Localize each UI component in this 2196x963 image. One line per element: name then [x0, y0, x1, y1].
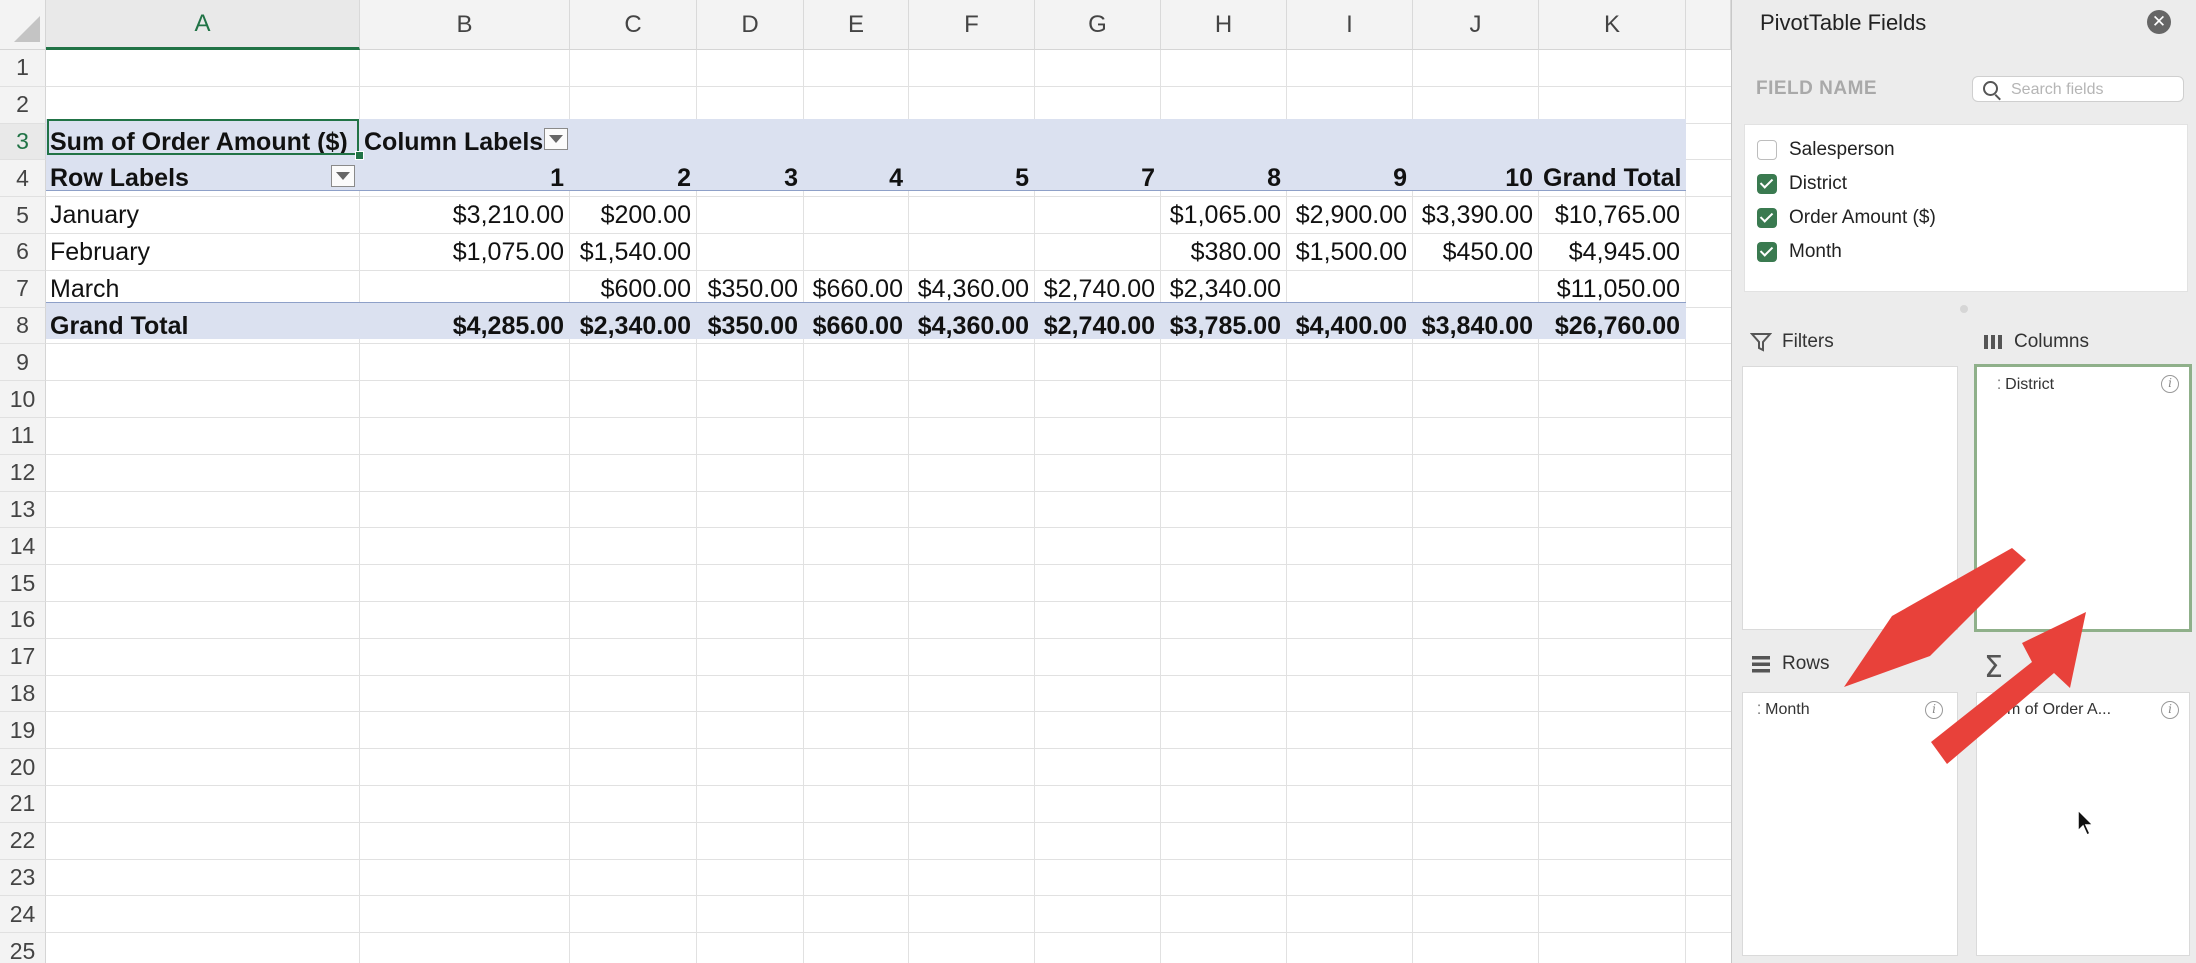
select-all-corner[interactable] — [0, 0, 46, 50]
pivot-grand-total-value[interactable]: $2,340.00 — [574, 308, 691, 345]
row-header-8[interactable]: 8 — [0, 307, 46, 345]
row-header-4[interactable]: 4 — [0, 160, 46, 198]
row-header-7[interactable]: 7 — [0, 270, 46, 308]
pivot-column-header[interactable]: 7 — [1039, 160, 1155, 197]
pivot-column-header[interactable]: 1 — [364, 160, 564, 197]
pivot-column-header[interactable]: 4 — [808, 160, 903, 197]
pivot-value-cell[interactable]: $3,390.00 — [1417, 197, 1533, 234]
row-header-18[interactable]: 18 — [0, 675, 46, 713]
pivot-column-header[interactable]: 9 — [1291, 160, 1407, 197]
pivot-grand-total-value[interactable]: $3,840.00 — [1417, 308, 1533, 345]
row-header-23[interactable]: 23 — [0, 859, 46, 897]
row-header-14[interactable]: 14 — [0, 528, 46, 566]
column-header-k[interactable]: K — [1539, 0, 1686, 50]
fill-handle[interactable] — [355, 151, 364, 160]
pivot-row-labels[interactable]: Row Labels — [50, 160, 354, 197]
column-header-j[interactable]: J — [1413, 0, 1539, 50]
row-header-5[interactable]: 5 — [0, 197, 46, 234]
row-header-12[interactable]: 12 — [0, 454, 46, 492]
column-labels-filter-button[interactable] — [544, 128, 568, 150]
column-header-h[interactable]: H — [1161, 0, 1287, 50]
column-header-g[interactable]: G — [1035, 0, 1161, 50]
pivot-grand-total-overall[interactable]: $26,760.00 — [1543, 308, 1680, 345]
row-header-20[interactable]: 20 — [0, 749, 46, 786]
pivot-grand-total-value[interactable]: $660.00 — [808, 308, 903, 345]
pivot-column-header[interactable]: 8 — [1165, 160, 1281, 197]
pivot-value-cell[interactable]: $1,540.00 — [574, 234, 691, 271]
pivot-grand-total-value[interactable]: $2,740.00 — [1039, 308, 1155, 345]
column-header-f[interactable]: F — [909, 0, 1035, 50]
row-header-24[interactable]: 24 — [0, 896, 46, 934]
row-header-1[interactable]: 1 — [0, 50, 46, 87]
chevron-down-icon — [336, 172, 350, 180]
row-header-17[interactable]: 17 — [0, 638, 46, 676]
pivot-column-header[interactable]: 10 — [1417, 160, 1533, 197]
pivot-grand-total-value[interactable]: $350.00 — [701, 308, 798, 345]
pivot-row-total[interactable]: $10,765.00 — [1543, 197, 1680, 234]
active-cell-selection — [47, 119, 359, 155]
pivot-grand-total-value[interactable]: $4,360.00 — [913, 308, 1029, 345]
pivot-column-header[interactable]: 2 — [574, 160, 691, 197]
row-header-13[interactable]: 13 — [0, 491, 46, 529]
pivot-value-cell[interactable]: $2,900.00 — [1291, 197, 1407, 234]
red-arrow-down-left — [1844, 548, 2026, 687]
row-header-9[interactable]: 9 — [0, 344, 46, 382]
pivot-value-cell[interactable]: $4,360.00 — [913, 271, 1029, 308]
row-header-21[interactable]: 21 — [0, 786, 46, 823]
column-header-d[interactable]: D — [697, 0, 804, 50]
row-header-11[interactable]: 11 — [0, 418, 46, 455]
column-header-i[interactable]: I — [1287, 0, 1413, 50]
pivot-grand-total-label[interactable]: Grand Total — [50, 308, 354, 345]
row-header-3[interactable]: 3 — [0, 123, 46, 161]
pivot-row-total[interactable]: $4,945.00 — [1543, 234, 1680, 271]
annotation-arrows — [1844, 548, 2086, 764]
column-header-c[interactable]: C — [570, 0, 697, 50]
mouse-cursor-icon — [2077, 808, 2095, 837]
pivottable-fields-panel: PivotTable Fields ✕ FIELD NAME Salespers… — [1732, 0, 2196, 963]
pivot-column-labels[interactable]: Column Labels — [364, 124, 564, 161]
row-header-19[interactable]: 19 — [0, 712, 46, 750]
pivot-value-cell[interactable]: $1,500.00 — [1291, 234, 1407, 271]
pivot-value-cell[interactable]: $3,210.00 — [364, 197, 564, 234]
row-header-2[interactable]: 2 — [0, 86, 46, 124]
row-header-16[interactable]: 16 — [0, 602, 46, 639]
pivot-value-cell[interactable]: $660.00 — [808, 271, 903, 308]
spreadsheet-grid[interactable]: ABCDEFGHIJK 1 2 3 4 5 6 7 8 9 10 11 12 13 14 15 16 17 18 1… — [0, 0, 1731, 963]
pivot-column-header[interactable]: 5 — [913, 160, 1029, 197]
pivot-value-cell[interactable]: $2,740.00 — [1039, 271, 1155, 308]
pivot-grand-total-value[interactable]: $4,400.00 — [1291, 308, 1407, 345]
row-header-10[interactable]: 10 — [0, 381, 46, 418]
row-header-6[interactable]: 6 — [0, 234, 46, 271]
chevron-down-icon — [549, 135, 563, 143]
row-header-25[interactable]: 25 — [0, 933, 46, 963]
pivot-grand-total-header[interactable]: Grand Total — [1543, 160, 1681, 197]
red-arrow-up-right — [1931, 612, 2086, 764]
column-header-b[interactable]: B — [360, 0, 570, 50]
pivot-grand-total-value[interactable]: $3,785.00 — [1165, 308, 1281, 345]
pivot-column-header[interactable]: 3 — [701, 160, 798, 197]
row-labels-filter-button[interactable] — [331, 165, 355, 187]
pivot-value-cell[interactable]: $380.00 — [1165, 234, 1281, 271]
pivot-value-cell[interactable]: $1,065.00 — [1165, 197, 1281, 234]
pivot-value-cell[interactable]: $200.00 — [574, 197, 691, 234]
pivot-value-cell[interactable]: $1,075.00 — [364, 234, 564, 271]
pivot-value-cell[interactable]: $600.00 — [574, 271, 691, 308]
pivot-row-label[interactable]: February — [50, 234, 354, 271]
column-header-e[interactable]: E — [804, 0, 909, 50]
row-header-15[interactable]: 15 — [0, 565, 46, 602]
pivot-row-total[interactable]: $11,050.00 — [1543, 271, 1680, 308]
column-header-a[interactable]: A — [46, 0, 360, 50]
pivot-row-label[interactable]: January — [50, 197, 354, 234]
pivot-value-cell[interactable]: $350.00 — [701, 271, 798, 308]
pivot-value-cell[interactable]: $450.00 — [1417, 234, 1533, 271]
row-header-22[interactable]: 22 — [0, 822, 46, 860]
pivot-value-cell[interactable]: $2,340.00 — [1165, 271, 1281, 308]
pivot-grand-total-value[interactable]: $4,285.00 — [364, 308, 564, 345]
pivot-row-label[interactable]: March — [50, 271, 354, 308]
